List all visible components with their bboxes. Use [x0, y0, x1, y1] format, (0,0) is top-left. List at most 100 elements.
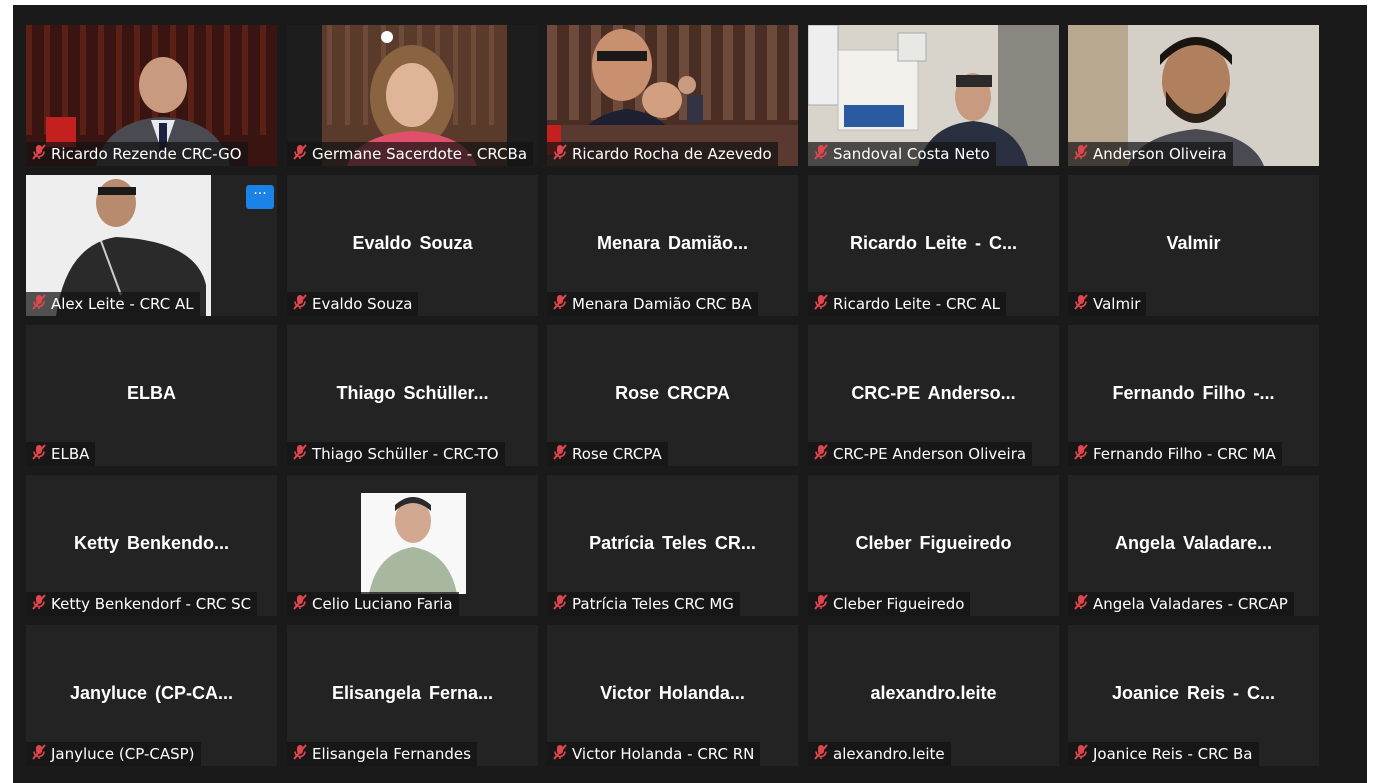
participant-display-name: Joanice Reis - C... [1111, 683, 1276, 703]
participant-display-name: Cleber Figueiredo [855, 533, 1012, 553]
participant-tile[interactable]: Elisangela Ferna... Elisangela Fernandes [287, 625, 538, 766]
participant-name-text: Janyluce (CP-CASP) [51, 745, 195, 763]
participant-name-label: Cleber Figueiredo [808, 592, 971, 616]
muted-microphone-icon [1072, 743, 1090, 765]
participant-name-label: Sandoval Costa Neto [808, 142, 996, 166]
participant-tile[interactable]: alexandro.leite alexandro.leite [808, 625, 1059, 766]
participant-name-text: Menara Damião CRC BA [572, 295, 752, 313]
participant-tile[interactable]: Alex Leite - CRC AL ··· [26, 175, 277, 316]
participant-tile[interactable]: Menara Damião... Menara Damião CRC BA [547, 175, 798, 316]
muted-microphone-icon [1072, 443, 1090, 465]
participant-name-text: Sandoval Costa Neto [833, 145, 990, 163]
participant-name-text: Rose CRCPA [572, 445, 662, 463]
participant-display-name: Valmir [1166, 233, 1221, 253]
participant-tile[interactable]: Anderson Oliveira [1068, 25, 1319, 166]
participant-display-name: Janyluce (CP-CA... [69, 683, 234, 703]
muted-microphone-icon [291, 143, 309, 165]
participant-name-label: Elisangela Fernandes [287, 742, 477, 766]
participant-display-name: Evaldo Souza [352, 233, 473, 253]
participant-name-label: Menara Damião CRC BA [547, 292, 758, 316]
participant-display-name: ELBA [127, 383, 176, 403]
participant-name-label: Joanice Reis - CRC Ba [1068, 742, 1259, 766]
muted-microphone-icon [30, 143, 48, 165]
participant-name-label: Thiago Schüller - CRC-TO [287, 442, 505, 466]
participant-name-text: Anderson Oliveira [1093, 145, 1227, 163]
muted-microphone-icon [30, 743, 48, 765]
muted-microphone-icon [30, 293, 48, 315]
participant-tile[interactable]: Patrícia Teles CR... Patrícia Teles CRC M… [547, 475, 798, 616]
participant-tile[interactable]: Ketty Benkendo... Ketty Benkendorf - CRC … [26, 475, 277, 616]
participant-name-text: Evaldo Souza [312, 295, 413, 313]
muted-microphone-icon [812, 443, 830, 465]
participant-tile[interactable]: Celio Luciano Faria [287, 475, 538, 616]
participant-tile[interactable]: CRC-PE Anderso... CRC-PE Anderson Oliveir… [808, 325, 1059, 466]
participant-display-name: Ketty Benkendo... [73, 533, 230, 553]
participant-name-label: Anderson Oliveira [1068, 142, 1233, 166]
participant-name-text: alexandro.leite [833, 745, 945, 763]
participant-name-label: alexandro.leite [808, 742, 951, 766]
participant-tile[interactable]: Thiago Schüller... Thiago Schüller - CRC-… [287, 325, 538, 466]
muted-microphone-icon [291, 293, 309, 315]
participant-name-label: Ricardo Leite - CRC AL [808, 292, 1006, 316]
participant-tile[interactable]: Ricardo Leite - C... Ricardo Leite - CRC … [808, 175, 1059, 316]
participant-name-label: Evaldo Souza [287, 292, 419, 316]
participant-tile[interactable]: Sandoval Costa Neto [808, 25, 1059, 166]
muted-microphone-icon [812, 593, 830, 615]
participant-display-name: Elisangela Ferna... [331, 683, 494, 703]
participant-name-label: Ketty Benkendorf - CRC SC [26, 592, 258, 616]
participant-name-label: CRC-PE Anderson Oliveira [808, 442, 1033, 466]
participant-tile[interactable]: Ricardo Rocha de Azevedo [547, 25, 798, 166]
participant-tile[interactable]: Cleber Figueiredo Cleber Figueiredo [808, 475, 1059, 616]
muted-microphone-icon [812, 293, 830, 315]
participant-name-text: Germane Sacerdote - CRCBa [312, 145, 528, 163]
participant-name-text: Celio Luciano Faria [312, 595, 453, 613]
participant-name-text: Ketty Benkendorf - CRC SC [51, 595, 252, 613]
participant-name-text: Valmir [1093, 295, 1141, 313]
participant-name-text: Ricardo Rezende CRC-GO [51, 145, 242, 163]
participant-tile[interactable]: Germane Sacerdote - CRCBa [287, 25, 538, 166]
participant-name-label: Patrícia Teles CRC MG [547, 592, 740, 616]
participant-display-name: Victor Holanda... [600, 683, 745, 703]
participant-display-name: alexandro.leite [870, 683, 997, 703]
participant-tile[interactable]: Angela Valadare... Angela Valadares - CRC… [1068, 475, 1319, 616]
participant-name-label: Rose CRCPA [547, 442, 668, 466]
participant-display-name: Thiago Schüller... [336, 383, 489, 403]
muted-microphone-icon [30, 593, 48, 615]
participant-name-label: Victor Holanda - CRC RN [547, 742, 761, 766]
muted-microphone-icon [1072, 593, 1090, 615]
participant-name-text: Victor Holanda - CRC RN [572, 745, 755, 763]
muted-microphone-icon [291, 743, 309, 765]
participant-display-name: CRC-PE Anderso... [851, 383, 1016, 403]
participant-tile[interactable]: Ricardo Rezende CRC-GO [26, 25, 277, 166]
participant-name-label: Ricardo Rezende CRC-GO [26, 142, 248, 166]
muted-microphone-icon [291, 443, 309, 465]
muted-microphone-icon [551, 743, 569, 765]
participant-name-label: Germane Sacerdote - CRCBa [287, 142, 534, 166]
muted-microphone-icon [291, 593, 309, 615]
participant-tile[interactable]: Victor Holanda... Victor Holanda - CRC RN [547, 625, 798, 766]
participant-name-text: CRC-PE Anderson Oliveira [833, 445, 1027, 463]
participant-tile[interactable]: Fernando Filho -... Fernando Filho - CRC … [1068, 325, 1319, 466]
participant-name-label: Celio Luciano Faria [287, 592, 459, 616]
more-options-icon[interactable]: ··· [246, 185, 274, 209]
participant-tile[interactable]: Rose CRCPA Rose CRCPA [547, 325, 798, 466]
participant-name-text: Angela Valadares - CRCAP [1093, 595, 1288, 613]
participant-tile[interactable]: Janyluce (CP-CA... Janyluce (CP-CASP) [26, 625, 277, 766]
muted-microphone-icon [812, 143, 830, 165]
muted-microphone-icon [551, 443, 569, 465]
participant-tile[interactable]: ELBA ELBA [26, 325, 277, 466]
participant-name-label: ELBA [26, 442, 96, 466]
participant-tile[interactable]: Valmir Valmir [1068, 175, 1319, 316]
participant-tile[interactable]: Evaldo Souza Evaldo Souza [287, 175, 538, 316]
muted-microphone-icon [812, 743, 830, 765]
participant-name-label: Alex Leite - CRC AL [26, 292, 200, 316]
participant-name-text: Elisangela Fernandes [312, 745, 471, 763]
participant-name-label: Valmir [1068, 292, 1147, 316]
participant-name-text: ELBA [51, 445, 90, 463]
participant-name-text: Patrícia Teles CRC MG [572, 595, 734, 613]
participant-display-name: Fernando Filho -... [1112, 383, 1275, 403]
participant-name-label: Fernando Filho - CRC MA [1068, 442, 1282, 466]
participant-tile[interactable]: Joanice Reis - C... Joanice Reis - CRC Ba [1068, 625, 1319, 766]
muted-microphone-icon [30, 443, 48, 465]
participant-display-name: Rose CRCPA [615, 383, 730, 403]
